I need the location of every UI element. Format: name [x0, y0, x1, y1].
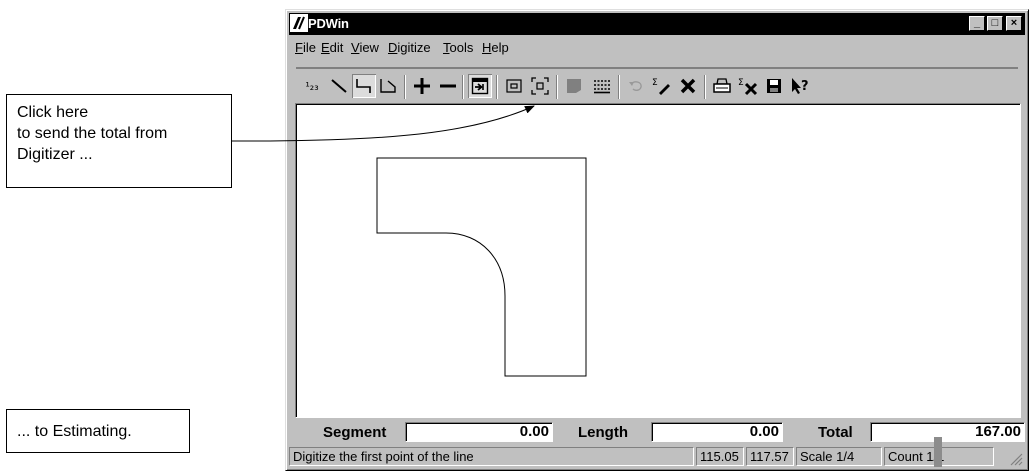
- callout-arrow: [232, 105, 535, 142]
